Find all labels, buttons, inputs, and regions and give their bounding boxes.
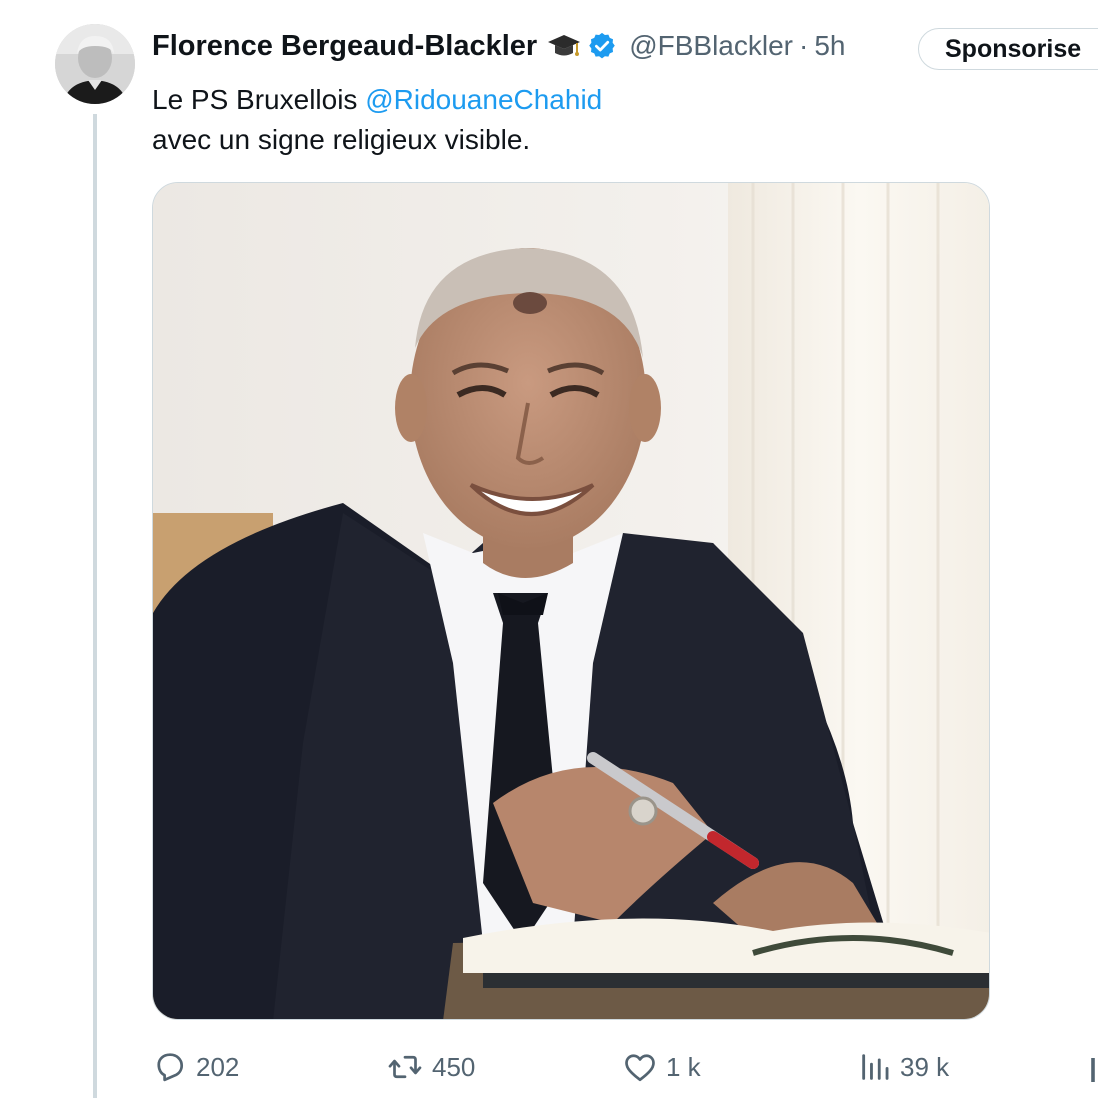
mention-link[interactable]: @RidouaneChahid [365,84,602,115]
like-button[interactable]: 1 k [622,1044,701,1090]
reply-count: 202 [196,1051,240,1082]
photo-illustration [153,183,989,1019]
retweet-button[interactable]: 450 [386,1044,475,1090]
retweet-icon [386,1049,424,1085]
retweet-count: 450 [432,1051,476,1082]
share-icon [1087,1049,1098,1085]
reply-button[interactable]: 202 [152,1044,239,1090]
tweet-photo[interactable] [152,182,990,1020]
tweet-text: Le PS Bruxellois @RidouaneChahid avec un… [152,80,992,160]
action-bar: 202 450 1 k 39 k [152,1044,1098,1090]
author-name[interactable]: Florence Bergeaud-Blackler [152,30,537,63]
reply-icon [152,1049,188,1085]
views-count: 39 k [900,1051,950,1082]
views-chart-icon [858,1049,892,1085]
tweet-text-line-2: avec un signe religieux visible. [152,124,531,155]
avatar-image [55,24,135,104]
tweet-text-prefix: Le PS Bruxellois [152,84,366,115]
tweet-header: Florence Bergeaud-Blackler @FBBlackler ·… [152,24,845,68]
author-handle[interactable]: @FBBlackler [629,30,793,62]
timestamp[interactable]: 5h [814,30,845,62]
separator-dot: · [799,30,809,61]
sponsor-button[interactable]: Sponsorise [918,28,1098,70]
avatar[interactable] [55,24,135,104]
share-button[interactable] [1087,1044,1098,1090]
thread-line [93,114,97,1098]
like-count: 1 k [666,1051,701,1082]
views-button[interactable]: 39 k [858,1044,949,1090]
sponsor-label: Sponsorise [945,34,1082,63]
graduation-cap-icon [547,31,581,61]
heart-icon [622,1049,658,1085]
tweet-text-line-1: Le PS Bruxellois @RidouaneChahid [152,80,992,120]
verified-badge-icon[interactable] [587,31,617,61]
